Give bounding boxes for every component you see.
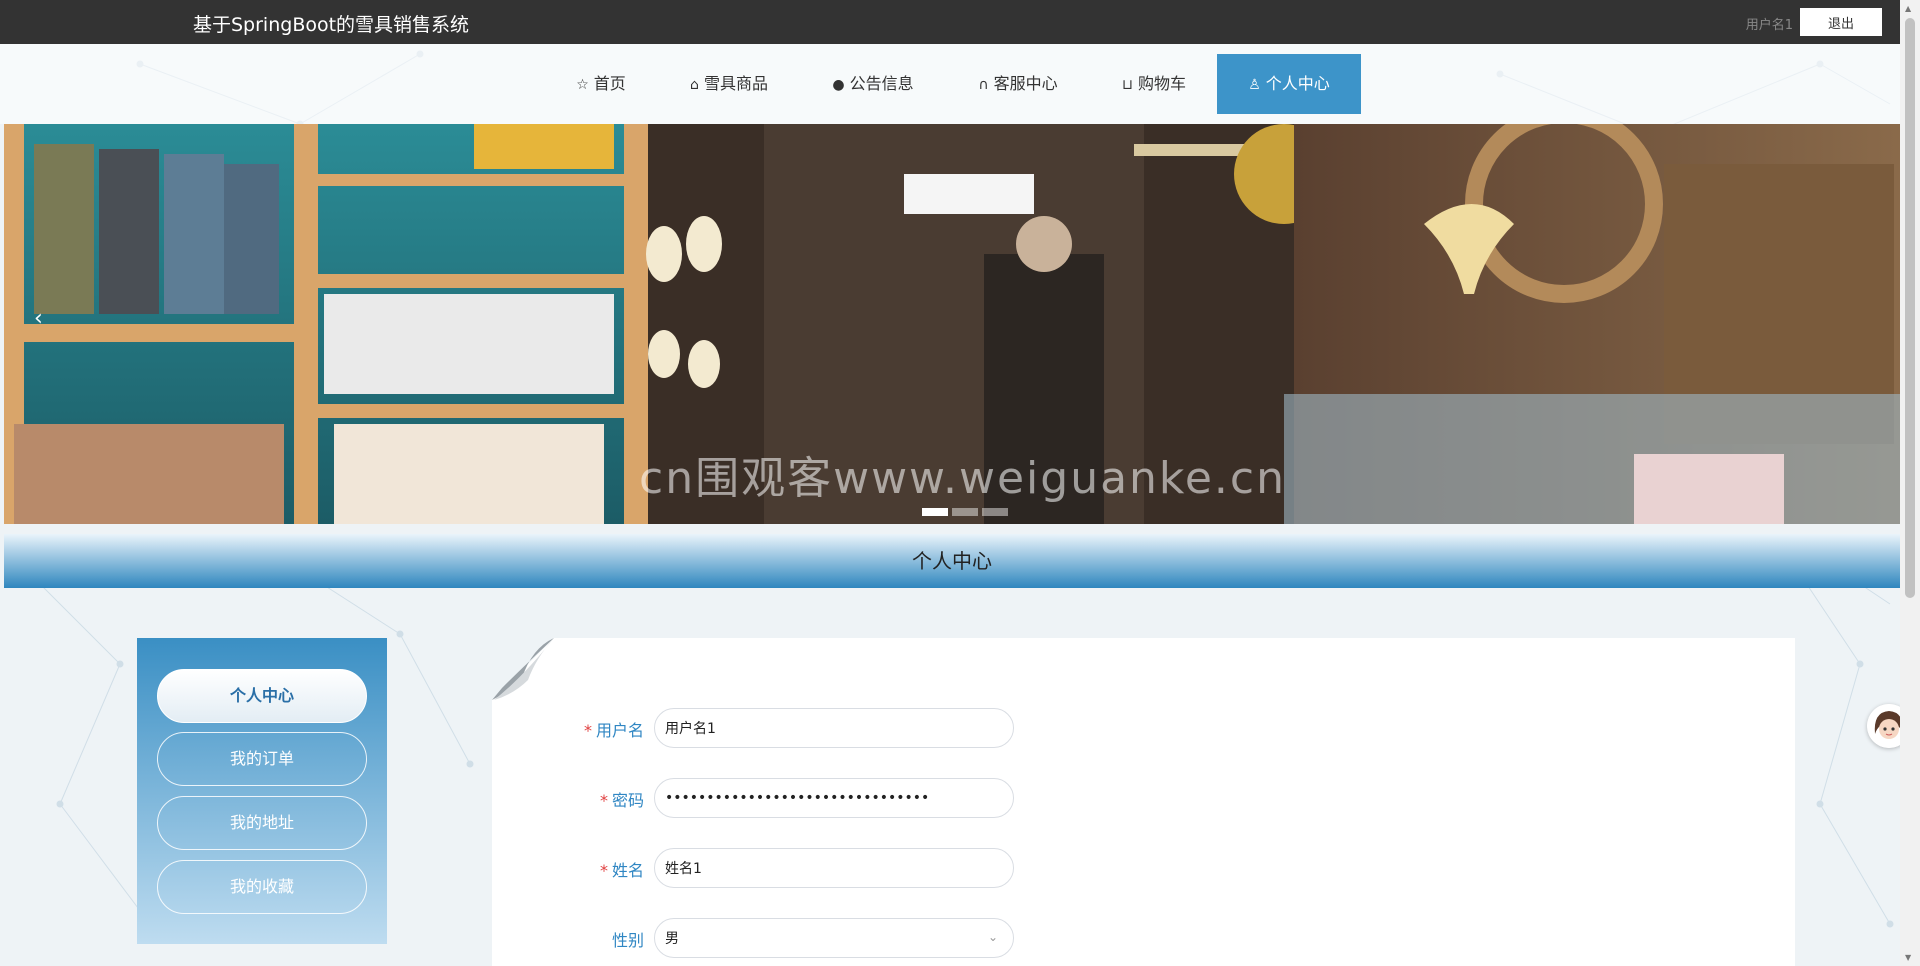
logout-button[interactable]: 退出	[1800, 8, 1882, 36]
top-bar: 基于SpringBoot的雪具销售系统 用户名1 退出	[0, 0, 1900, 44]
password-label: * 密码	[494, 787, 644, 811]
name-label: * 姓名	[494, 857, 644, 881]
nav-item-notices[interactable]: ● 公告信息	[830, 54, 916, 114]
username-label: * 用户名	[494, 717, 644, 741]
required-mark: *	[599, 791, 608, 810]
label-text: 性别	[611, 931, 644, 950]
password-input[interactable]	[654, 778, 1014, 818]
label-text: 姓名	[611, 861, 644, 880]
nav-label: 客服中心	[993, 74, 1058, 93]
gender-label: 性别	[494, 927, 644, 951]
nav-label: 首页	[593, 74, 626, 93]
scrollbar-thumb[interactable]	[1905, 18, 1915, 598]
nav-item-products[interactable]: ⌂ 雪具商品	[686, 54, 772, 114]
required-mark: *	[599, 861, 608, 880]
headset-icon: ∩	[978, 77, 989, 93]
site-title: 基于SpringBoot的雪具销售系统	[193, 14, 470, 36]
banner-prev-icon[interactable]: ‹	[34, 306, 43, 331]
bag-icon: ⌂	[690, 77, 699, 93]
main-nav: ☆ 首页 ⌂ 雪具商品 ● 公告信息 ∩ 客服中心 ⊔ 购物车 ♙ 个人中心	[0, 44, 1900, 124]
gender-select[interactable]	[654, 918, 1014, 958]
nav-item-home[interactable]: ☆ 首页	[570, 54, 632, 114]
profile-sidebar: 个人中心 我的订单 我的地址 我的收藏	[137, 638, 387, 944]
carousel-dot[interactable]	[982, 508, 1008, 516]
label-text: 密码	[611, 791, 644, 810]
sidebar-item-favorites[interactable]: 我的收藏	[157, 860, 367, 914]
nav-label: 公告信息	[849, 74, 914, 93]
star-icon: ☆	[576, 77, 589, 93]
sidebar-item-orders[interactable]: 我的订单	[157, 732, 367, 786]
current-user-name: 用户名1	[1745, 18, 1793, 33]
banner-carousel[interactable]: ‹ cn围观客www.weiguanke.cn	[4, 124, 1900, 524]
page-curl-decoration	[492, 638, 554, 700]
banner-watermark: cn围观客www.weiguanke.cn	[639, 453, 1286, 504]
sidebar-item-addresses[interactable]: 我的地址	[157, 796, 367, 850]
nav-item-service[interactable]: ∩ 客服中心	[975, 54, 1061, 114]
section-title-bar: 个人中心	[4, 534, 1900, 588]
name-input[interactable]	[654, 848, 1014, 888]
carousel-dot[interactable]	[952, 508, 978, 516]
nav-label: 购物车	[1137, 74, 1186, 93]
cart-icon: ⊔	[1122, 77, 1133, 93]
info-icon: ●	[832, 77, 845, 93]
nav-item-cart[interactable]: ⊔ 购物车	[1119, 54, 1189, 114]
username-input[interactable]	[654, 708, 1014, 748]
page-scrollbar[interactable]: ▲ ▼	[1900, 0, 1920, 966]
scroll-up-icon[interactable]: ▲	[1905, 4, 1911, 13]
label-text: 用户名	[595, 721, 644, 740]
scroll-down-icon[interactable]: ▼	[1905, 953, 1911, 962]
nav-label: 雪具商品	[703, 74, 768, 93]
chevron-down-icon[interactable]: ⌄	[988, 930, 998, 944]
nav-item-profile[interactable]: ♙ 个人中心	[1217, 54, 1361, 114]
carousel-dot[interactable]	[922, 508, 948, 516]
required-mark: *	[583, 721, 592, 740]
nav-label: 个人中心	[1265, 74, 1330, 93]
user-icon: ♙	[1248, 77, 1261, 93]
sidebar-item-profile[interactable]: 个人中心	[157, 669, 367, 723]
